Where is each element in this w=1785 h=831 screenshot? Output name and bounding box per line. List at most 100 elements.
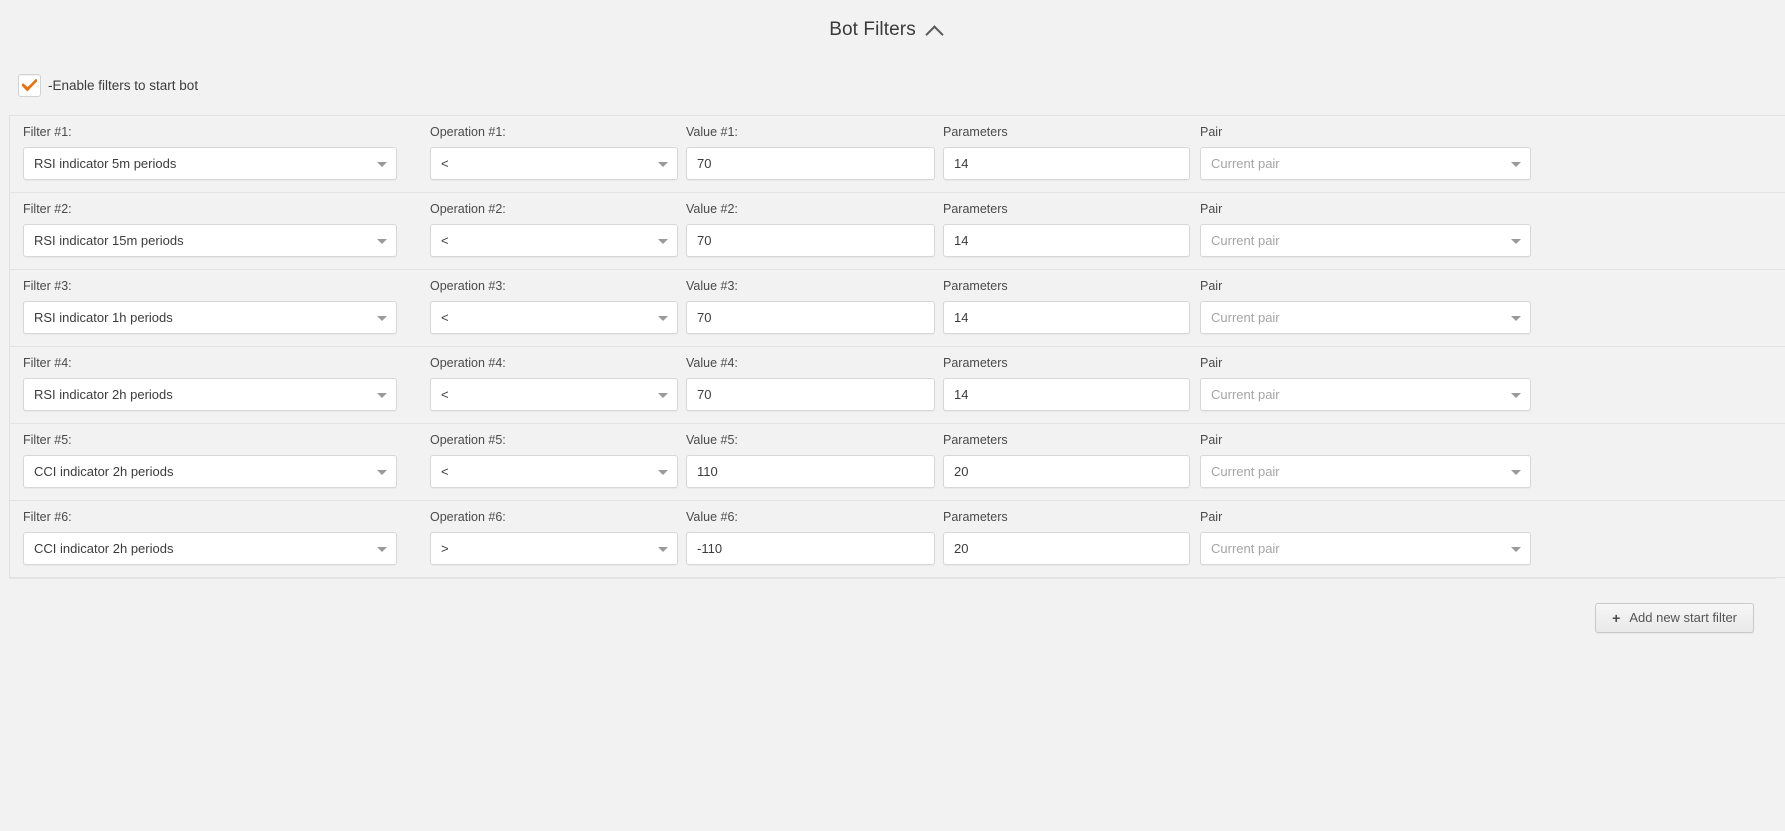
- filter-select-3[interactable]: RSI indicator 1h periods: [23, 301, 397, 334]
- value-label-5: Value #5:: [686, 433, 738, 447]
- operation-select-1-value: <: [441, 156, 449, 171]
- table-row: Filter #3: RSI indicator 1h periods Oper…: [10, 270, 1785, 347]
- value-input-1[interactable]: 70: [686, 147, 935, 180]
- operation-select-6[interactable]: >: [430, 532, 678, 565]
- pair-select-3-value: Current pair: [1211, 310, 1280, 325]
- value-field-2: Value #2: 70: [686, 202, 935, 257]
- operation-field-3: Operation #3: <: [430, 279, 678, 334]
- filter-label-1: Filter #1:: [23, 125, 72, 139]
- parameters-field-3: Parameters 14: [943, 279, 1190, 334]
- chevron-down-icon: [377, 238, 387, 244]
- parameters-input-3[interactable]: 14: [943, 301, 1190, 334]
- pair-field-3: Pair Current pair: [1200, 279, 1531, 334]
- chevron-down-icon: [377, 392, 387, 398]
- chevron-down-icon: [377, 315, 387, 321]
- filter-field-4: Filter #4: RSI indicator 2h periods: [23, 356, 419, 411]
- chevron-up-icon[interactable]: [927, 22, 944, 39]
- pair-select-6[interactable]: Current pair: [1200, 532, 1531, 565]
- value-input-4-value: 70: [697, 387, 712, 402]
- operation-select-3[interactable]: <: [430, 301, 678, 334]
- add-new-start-filter-label: Add new start filter: [1629, 610, 1737, 625]
- operation-select-2[interactable]: <: [430, 224, 678, 257]
- plus-icon: +: [1612, 609, 1621, 626]
- parameters-label-6: Parameters: [943, 510, 1008, 524]
- value-input-6-value: -110: [697, 541, 723, 556]
- value-input-1-value: 70: [697, 156, 712, 171]
- parameters-input-3-value: 14: [954, 310, 969, 325]
- filter-select-6-value: CCI indicator 2h periods: [34, 541, 174, 556]
- parameters-label-2: Parameters: [943, 202, 1008, 216]
- operation-label-4: Operation #4:: [430, 356, 506, 370]
- operation-select-5[interactable]: <: [430, 455, 678, 488]
- add-new-start-filter-button[interactable]: + Add new start filter: [1595, 602, 1754, 633]
- chevron-down-icon: [377, 469, 387, 475]
- value-input-2[interactable]: 70: [686, 224, 935, 257]
- parameters-input-1[interactable]: 14: [943, 147, 1190, 180]
- pair-select-2[interactable]: Current pair: [1200, 224, 1531, 257]
- parameters-input-4[interactable]: 14: [943, 378, 1190, 411]
- value-input-6[interactable]: -110: [686, 532, 935, 565]
- filter-select-5[interactable]: CCI indicator 2h periods: [23, 455, 397, 488]
- pair-label-3: Pair: [1200, 279, 1223, 293]
- enable-filters-checkbox[interactable]: [18, 74, 41, 97]
- panel-collapse-toggle[interactable]: Bot Filters: [829, 19, 944, 41]
- filter-select-1[interactable]: RSI indicator 5m periods: [23, 147, 397, 180]
- pair-select-3[interactable]: Current pair: [1200, 301, 1531, 334]
- pair-field-5: Pair Current pair: [1200, 433, 1531, 488]
- operation-label-3: Operation #3:: [430, 279, 506, 293]
- operation-label-2: Operation #2:: [430, 202, 506, 216]
- filter-field-3: Filter #3: RSI indicator 1h periods: [23, 279, 419, 334]
- parameters-input-6[interactable]: 20: [943, 532, 1190, 565]
- table-row: Filter #5: CCI indicator 2h periods Oper…: [10, 424, 1785, 501]
- pair-select-5-value: Current pair: [1211, 464, 1280, 479]
- pair-select-5[interactable]: Current pair: [1200, 455, 1531, 488]
- operation-select-3-value: <: [441, 310, 449, 325]
- filter-label-6: Filter #6:: [23, 510, 72, 524]
- table-row: Filter #4: RSI indicator 2h periods Oper…: [10, 347, 1785, 424]
- operation-label-1: Operation #1:: [430, 125, 506, 139]
- filter-select-6[interactable]: CCI indicator 2h periods: [23, 532, 397, 565]
- chevron-down-icon: [1511, 315, 1521, 321]
- operation-select-1[interactable]: <: [430, 147, 678, 180]
- operation-field-1: Operation #1: <: [430, 125, 678, 180]
- operation-field-2: Operation #2: <: [430, 202, 678, 257]
- parameters-label-4: Parameters: [943, 356, 1008, 370]
- operation-label-6: Operation #6:: [430, 510, 506, 524]
- panel-header: Bot Filters: [0, 0, 1785, 60]
- chevron-down-icon: [1511, 238, 1521, 244]
- operation-select-4[interactable]: <: [430, 378, 678, 411]
- filter-select-2[interactable]: RSI indicator 15m periods: [23, 224, 397, 257]
- table-row: Filter #6: CCI indicator 2h periods Oper…: [10, 501, 1785, 577]
- pair-select-4-value: Current pair: [1211, 387, 1280, 402]
- operation-select-6-value: >: [441, 541, 449, 556]
- pair-select-4[interactable]: Current pair: [1200, 378, 1531, 411]
- enable-filters-label: -Enable filters to start bot: [48, 78, 199, 93]
- chevron-down-icon: [1511, 469, 1521, 475]
- value-field-4: Value #4: 70: [686, 356, 935, 411]
- chevron-down-icon: [377, 161, 387, 167]
- filter-select-2-value: RSI indicator 15m periods: [34, 233, 184, 248]
- value-field-1: Value #1: 70: [686, 125, 935, 180]
- pair-label-4: Pair: [1200, 356, 1223, 370]
- parameters-input-5[interactable]: 20: [943, 455, 1190, 488]
- filter-select-4[interactable]: RSI indicator 2h periods: [23, 378, 397, 411]
- value-input-5[interactable]: 110: [686, 455, 935, 488]
- chevron-down-icon: [658, 161, 668, 167]
- value-label-3: Value #3:: [686, 279, 738, 293]
- value-input-4[interactable]: 70: [686, 378, 935, 411]
- filter-field-6: Filter #6: CCI indicator 2h periods: [23, 510, 419, 565]
- parameters-input-2[interactable]: 14: [943, 224, 1190, 257]
- value-input-3[interactable]: 70: [686, 301, 935, 334]
- chevron-down-icon: [658, 392, 668, 398]
- pair-select-1[interactable]: Current pair: [1200, 147, 1531, 180]
- chevron-down-icon: [377, 546, 387, 552]
- pair-select-1-value: Current pair: [1211, 156, 1280, 171]
- pair-label-2: Pair: [1200, 202, 1223, 216]
- value-label-2: Value #2:: [686, 202, 738, 216]
- filter-select-5-value: CCI indicator 2h periods: [34, 464, 174, 479]
- parameters-input-1-value: 14: [954, 156, 969, 171]
- pair-label-6: Pair: [1200, 510, 1223, 524]
- pair-label-1: Pair: [1200, 125, 1223, 139]
- parameters-field-1: Parameters 14: [943, 125, 1190, 180]
- value-input-3-value: 70: [697, 310, 712, 325]
